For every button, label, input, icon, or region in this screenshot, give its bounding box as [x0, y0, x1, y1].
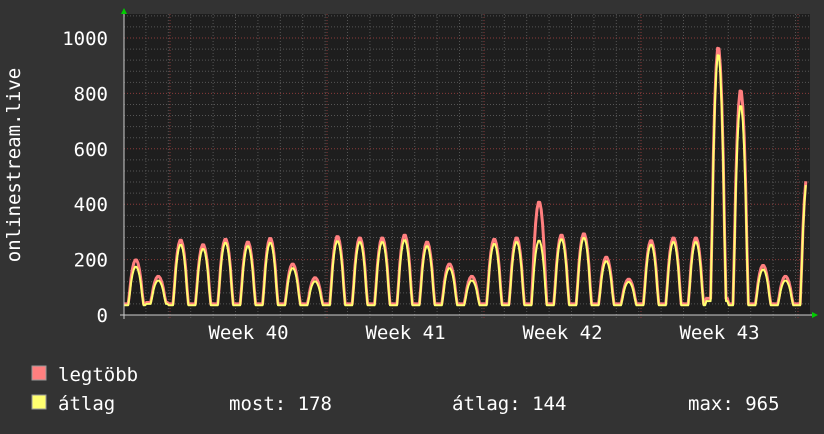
x-tick-labels: Week 40 Week 41 Week 42 Week 43: [208, 322, 759, 344]
y-tick-label: 0: [97, 305, 108, 327]
stat-maximum: max: 965: [688, 393, 780, 415]
chart: 02004006008001000 Week 40 Week 41 Week 42 W…: [3, 8, 818, 415]
x-tick-label: Week 43: [679, 322, 759, 344]
x-tick-label: Week 41: [365, 322, 445, 344]
y-axis-arrow-icon: [121, 8, 127, 14]
y-tick-labels: 0 200 400 600 800 1000: [62, 28, 108, 327]
stat-average: átlag: 144: [452, 393, 566, 415]
legend-label-max: legtöbb: [58, 364, 138, 386]
stat-current: most: 178: [229, 393, 332, 415]
y-tick-label: 1000: [62, 28, 108, 50]
legend: legtöbb átlag most: 178 átlag: 144 max: …: [31, 364, 780, 415]
legend-swatch-max: [31, 365, 47, 381]
plot-background: [124, 14, 810, 315]
y-tick-label: 800: [74, 83, 108, 105]
x-axis-arrow-icon: [812, 312, 818, 318]
legend-swatch-avg: [31, 394, 47, 410]
y-tick-label: 400: [74, 194, 108, 216]
y-tick-label: 200: [74, 250, 108, 272]
x-tick-label: Week 40: [208, 322, 288, 344]
y-tick-label: 600: [74, 139, 108, 161]
legend-label-avg: átlag: [58, 393, 115, 415]
x-tick-label: Week 42: [522, 322, 602, 344]
y-axis-label: onlinestream.live: [3, 68, 25, 262]
